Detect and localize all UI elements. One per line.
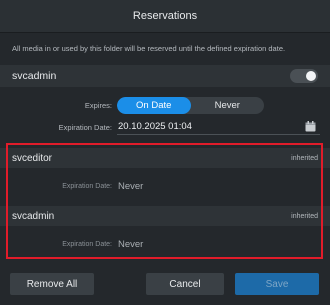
reservation-expiration-value: Never xyxy=(118,181,144,192)
dialog-title-bar: Reservations xyxy=(0,0,330,33)
expiration-date-underline xyxy=(117,134,320,135)
toggle-knob xyxy=(306,71,316,81)
inherited-badge: inherited xyxy=(291,212,318,220)
reservation-entry-expiration: Expiration Date: Never xyxy=(0,236,330,252)
expires-segmented-control: On Date Never xyxy=(117,97,264,114)
calendar-icon[interactable] xyxy=(305,121,316,132)
expires-option-never[interactable]: Never xyxy=(191,97,265,114)
info-text: All media in or used by this folder will… xyxy=(12,44,286,53)
dialog-footer: Remove All Cancel Save xyxy=(0,266,330,305)
expiration-date-input[interactable]: 20.10.2025 01:04 xyxy=(118,121,192,132)
cancel-button[interactable]: Cancel xyxy=(146,273,224,295)
reservation-expiration-value: Never xyxy=(118,239,144,250)
reservation-entry-expiration: Expiration Date: Never xyxy=(0,178,330,194)
current-user-row: svcadmin xyxy=(0,65,330,87)
inherited-badge: inherited xyxy=(291,154,318,162)
reservation-entry-header: svceditor inherited xyxy=(0,148,330,168)
reservation-user-name: svcadmin xyxy=(12,210,55,222)
reservation-entry-header: svcadmin inherited xyxy=(0,206,330,226)
save-button[interactable]: Save xyxy=(235,273,319,295)
reservation-expiration-label: Expiration Date: xyxy=(62,183,112,190)
expiration-date-row: Expiration Date: 20.10.2025 01:04 xyxy=(0,119,330,135)
dialog-title: Reservations xyxy=(132,10,198,22)
expiration-date-label: Expiration Date: xyxy=(58,123,112,132)
expires-label: Expires: xyxy=(84,101,112,110)
reservation-expiration-label: Expiration Date: xyxy=(62,241,112,248)
remove-all-button[interactable]: Remove All xyxy=(10,273,94,295)
reservations-dialog: Reservations All media in or used by thi… xyxy=(0,0,330,305)
reservation-toggle[interactable] xyxy=(290,69,318,83)
current-user-name: svcadmin xyxy=(12,70,57,82)
reservation-user-name: svceditor xyxy=(12,152,53,164)
expires-row: Expires: On Date Never xyxy=(0,97,330,114)
expires-option-on-date[interactable]: On Date xyxy=(117,97,191,114)
